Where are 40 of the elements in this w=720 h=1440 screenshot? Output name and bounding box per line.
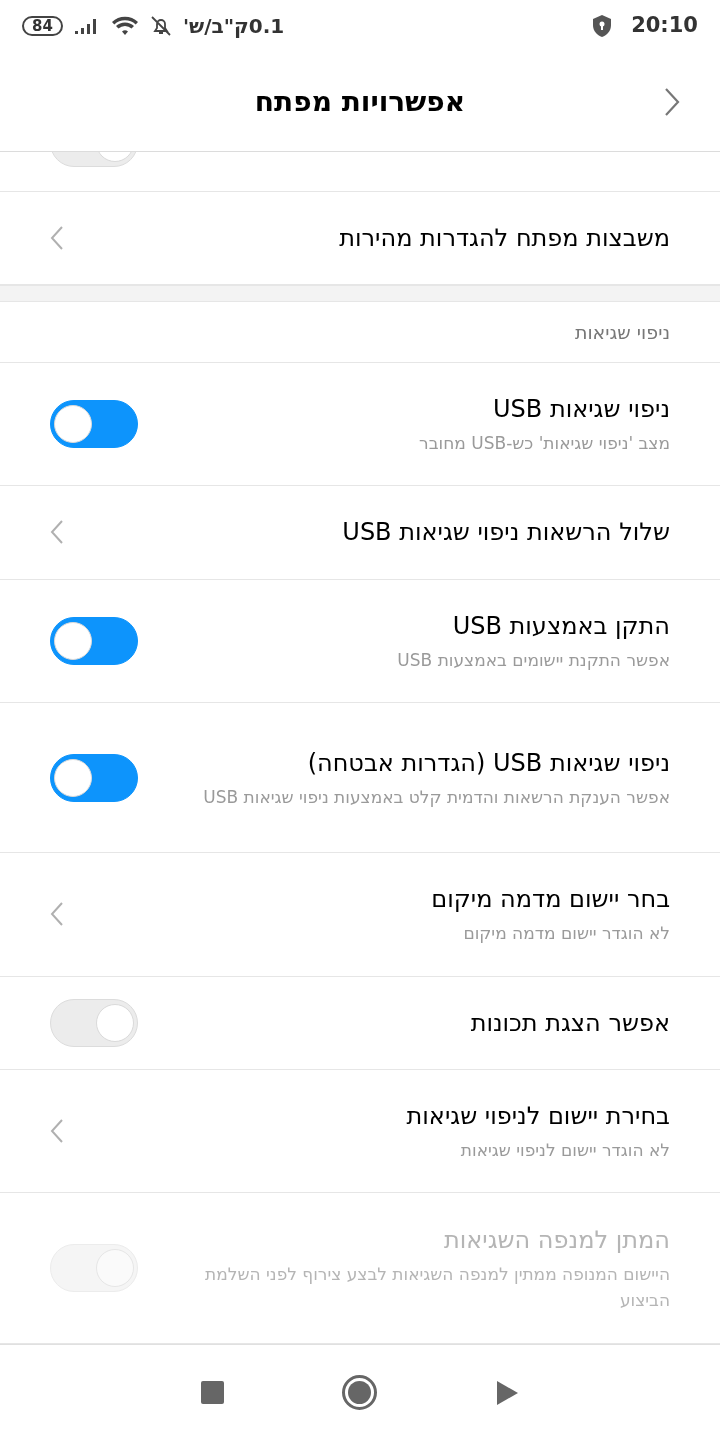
row-subtitle: לא הוגדר יישום לניפוי שגיאות — [459, 1139, 670, 1163]
row-subtitle: אפשר הענקת הרשאות והדמית קלט באמצעות ניפוי שגיאות USB — [202, 785, 670, 809]
wifi-icon — [110, 15, 139, 37]
toggle-switch[interactable] — [50, 616, 138, 665]
page-title: אפשרויות מפתח — [254, 83, 466, 120]
toggle-switch[interactable] — [50, 753, 138, 802]
clock: 20:10 — [631, 12, 698, 40]
row-title: המתן למנפה השגיאות — [442, 1225, 670, 1257]
section-header: ניפוי שגיאות — [574, 319, 670, 345]
chevron-icon — [50, 901, 64, 928]
row-subtitle: לא הוגדר יישום מדמה מיקום — [462, 922, 670, 946]
settings-row[interactable]: ניפוי שגיאות USB מצב 'ניפוי שגיאות' כש-USB מחובר — [0, 362, 720, 486]
row-subtitle: היישום המנופה ממתין למנפה השגיאות לבצע צירוף לפני השלמת הביצוע — [204, 1263, 670, 1313]
bell-muted-icon — [148, 14, 173, 38]
settings-row[interactable]: שלול הרשאות ניפוי שגיאות USB — [0, 485, 720, 580]
chevron-icon — [50, 519, 64, 546]
data-rate: 0.1ק"ב/ש' — [182, 13, 285, 40]
row-title: ניפוי שגיאות USB — [492, 393, 670, 425]
row-title: בחירת יישום לניפוי שגיאות — [405, 1101, 670, 1133]
row-title: ניפוי שגיאות USB (הגדרות אבטחה) — [306, 747, 670, 779]
settings-row[interactable]: אפשר הצגת תכונות — [0, 976, 720, 1071]
row-subtitle: מצב 'ניפוי שגיאות' כש-USB מחובר — [418, 431, 670, 455]
battery-indicator: 84 — [22, 16, 63, 36]
settings-row[interactable]: בחירת יישום לניפוי שגיאות לא הוגדר יישום לניפוי שגיאות — [0, 1070, 720, 1194]
toggle-switch[interactable] — [50, 399, 138, 448]
chevron-icon — [50, 1118, 64, 1145]
row-title: שלול הרשאות ניפוי שגיאות USB — [341, 517, 670, 549]
chevron-icon — [50, 225, 64, 252]
shield-icon — [591, 14, 614, 38]
row-title: משבצות מפתח להגדרות מהירות — [338, 223, 670, 255]
settings-row[interactable]: התקן באמצעות USB אפשר התקנת יישומים באמצעות USB — [0, 579, 720, 703]
settings-row[interactable]: בחר יישום מדמה מיקום לא הוגדר יישום מדמה מיקום — [0, 853, 720, 977]
home-button[interactable] — [342, 1375, 377, 1410]
row-title: בחר יישום מדמה מיקום — [430, 884, 670, 916]
back-button[interactable] — [495, 1379, 519, 1406]
row-title: אפשר הצגת תכונות — [469, 1007, 670, 1039]
back-icon[interactable] — [664, 86, 680, 117]
row-title: התקן באמצעות USB — [451, 610, 670, 642]
settings-row[interactable]: ניפוי שגיאות USB (הגדרות אבטחה) אפשר הענקת הרשאות והדמית קלט באמצעות ניפוי שגיאות USB — [0, 702, 720, 854]
row-subtitle: אפשר התקנת יישומים באמצעות USB — [396, 648, 670, 672]
